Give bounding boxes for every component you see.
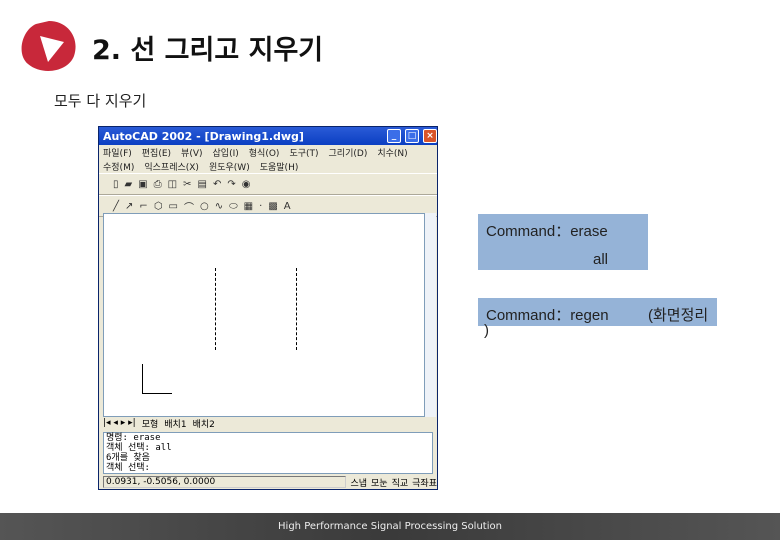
menu-window[interactable]: 윈도우(W) [209, 160, 250, 173]
menu-bar-2: 수정(M) 익스프레스(X) 윈도우(W) 도움말(H) [99, 159, 437, 173]
save-icon[interactable]: ▣ [138, 179, 147, 190]
callout-paren: ) [484, 322, 489, 339]
callout-erase: Command：erase all [478, 214, 648, 270]
ellipse-icon[interactable]: ⬭ [229, 201, 238, 212]
drawing-area[interactable] [103, 213, 425, 417]
snap-button[interactable]: 스냅 [350, 476, 367, 489]
hatch-icon[interactable]: ▩ [268, 201, 277, 212]
rectangle-icon[interactable]: ▭ [169, 201, 178, 212]
callout-note: (화면정리 [648, 307, 709, 324]
minimize-button[interactable]: _ [387, 129, 401, 143]
maximize-button[interactable]: □ [405, 129, 419, 143]
menu-bar: 파일(F) 편집(E) 뷰(V) 삽입(I) 형식(O) 도구(T) 그리기(D… [99, 145, 437, 159]
cut-icon[interactable]: ✂ [183, 179, 191, 190]
menu-express[interactable]: 익스프레스(X) [144, 160, 199, 173]
point-icon[interactable]: · [259, 201, 262, 212]
footer: High Performance Signal Processing Solut… [0, 513, 780, 540]
close-button[interactable]: × [423, 129, 437, 143]
menu-format[interactable]: 형식(O) [249, 146, 280, 159]
menu-file[interactable]: 파일(F) [103, 146, 132, 159]
polygon-icon[interactable]: ⬡ [154, 201, 163, 212]
redo-icon[interactable]: ↷ [227, 179, 235, 190]
menu-view[interactable]: 뷰(V) [181, 146, 202, 159]
slide-title: 2. 선 그리고 지우기 [92, 35, 324, 66]
xline-icon[interactable]: ↗ [125, 201, 133, 212]
tab-nav-icon[interactable]: |◂ ◂ ▸ ▸| [103, 418, 136, 428]
vertical-scrollbar[interactable] [425, 213, 436, 417]
menu-draw[interactable]: 그리기(D) [329, 146, 368, 159]
text-icon[interactable]: A [284, 201, 291, 212]
command-line: 6개를 찾음 [106, 453, 150, 463]
autocad-window: AutoCAD 2002 - [Drawing1.dwg] _ □ × 파일(F… [98, 126, 438, 490]
arc-icon[interactable]: ⌒ [184, 199, 194, 214]
paste-icon[interactable]: ▤ [198, 179, 207, 190]
callout-regen: Command：regen (화면정리 ) [478, 298, 717, 339]
spline-icon[interactable]: ∿ [215, 201, 223, 212]
line-icon[interactable]: ╱ [113, 201, 119, 212]
ucs-icon [142, 364, 172, 394]
circle-icon[interactable]: ○ [200, 201, 209, 212]
web-icon[interactable]: ◉ [242, 179, 251, 190]
menu-dimension[interactable]: 치수(N) [377, 146, 407, 159]
menu-modify[interactable]: 수정(M) [103, 160, 134, 173]
app-title: AutoCAD 2002 - [Drawing1.dwg] [103, 129, 304, 143]
polar-button[interactable]: 극좌표 [412, 476, 437, 489]
block-icon[interactable]: ▦ [244, 201, 253, 212]
grid-button[interactable]: 모눈 [371, 476, 388, 489]
tab-layout2[interactable]: 배치2 [193, 417, 215, 430]
title-bar: AutoCAD 2002 - [Drawing1.dwg] _ □ × [99, 127, 437, 145]
dashed-line [296, 268, 297, 350]
preview-icon[interactable]: ◫ [168, 179, 177, 190]
tab-layout1[interactable]: 배치1 [164, 417, 186, 430]
print-icon[interactable]: ⎙ [154, 179, 162, 190]
tab-model[interactable]: 모형 [142, 417, 159, 430]
coordinate-readout: 0.0931, -0.5056, 0.0000 [103, 476, 347, 488]
logo-icon [21, 21, 76, 71]
callout-text: all [592, 251, 608, 268]
dashed-line [215, 268, 216, 350]
ortho-button[interactable]: 직교 [392, 476, 409, 489]
command-line: 객체 선택: all [106, 443, 172, 453]
menu-tools[interactable]: 도구(T) [289, 146, 318, 159]
layout-tabs: |◂ ◂ ▸ ▸| 모형 배치1 배치2 [103, 417, 433, 430]
new-icon[interactable]: ▯ [113, 179, 119, 190]
standard-toolbar: ▯ ▰ ▣ ⎙ ◫ ✂ ▤ ↶ ↷ ◉ [99, 173, 437, 195]
menu-help[interactable]: 도움말(H) [260, 160, 299, 173]
menu-insert[interactable]: 삽입(I) [213, 146, 239, 159]
callout-text: Command：erase [486, 223, 608, 240]
open-icon[interactable]: ▰ [125, 179, 133, 190]
undo-icon[interactable]: ↶ [213, 179, 221, 190]
status-bar: 0.0931, -0.5056, 0.0000 스냅 모눈 직교 극좌표 [103, 475, 437, 489]
command-window[interactable]: 명령: erase 객체 선택: all 6개를 찾음 객체 선택: [103, 432, 433, 474]
command-prompt[interactable]: 객체 선택: [106, 463, 430, 473]
footer-text: High Performance Signal Processing Solut… [278, 521, 502, 532]
command-line: 명령: erase [106, 433, 161, 443]
slide-subtitle: 모두 다 지우기 [54, 92, 147, 110]
menu-edit[interactable]: 편집(E) [142, 146, 171, 159]
polyline-icon[interactable]: ⌐ [139, 201, 147, 212]
callout-text: Command：regen [486, 307, 609, 324]
